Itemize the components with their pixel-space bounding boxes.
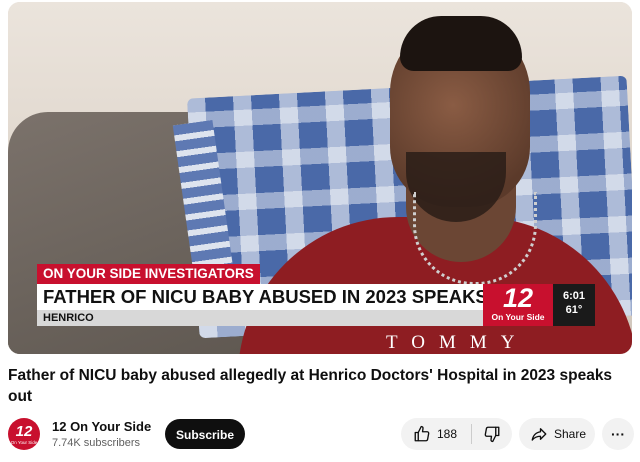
time-readout: 6:01 (562, 290, 586, 302)
thumbs-down-icon (483, 425, 501, 443)
subscriber-count: 7.74K subscribers (52, 437, 141, 449)
station-logo-sub: On Your Side (491, 312, 545, 322)
more-actions-button[interactable]: ··· (602, 418, 634, 450)
news-headline: FATHER OF NICU BABY ABUSED IN 2023 SPEAK… (37, 284, 483, 310)
man-hair (400, 16, 522, 71)
channel-avatar[interactable]: 12 On Your Side (8, 418, 40, 450)
share-arrow-icon (530, 425, 548, 443)
more-horizontal-icon: ··· (611, 426, 625, 442)
channel-name[interactable]: 12 On Your Side (52, 419, 151, 434)
like-dislike-group: 188 (401, 418, 512, 450)
temperature-readout: 61° (565, 304, 583, 316)
share-label: Share (554, 427, 587, 441)
like-count: 188 (437, 427, 458, 441)
like-button[interactable]: 188 (401, 418, 471, 450)
avatar-sub: On Your Side (10, 440, 38, 445)
shirt-text: TOMMY (386, 332, 529, 353)
station-logo: 12 On Your Side (483, 284, 553, 326)
avatar-number: 12 (15, 423, 33, 440)
news-location: HENRICO (37, 310, 483, 326)
share-button[interactable]: Share (519, 418, 595, 450)
dislike-button[interactable] (472, 418, 512, 450)
news-kicker: ON YOUR SIDE INVESTIGATORS (37, 264, 260, 284)
subscribe-button[interactable]: Subscribe (165, 419, 245, 449)
time-weather-box: 6:01 61° (553, 284, 595, 326)
station-logo-number: 12 (502, 283, 534, 313)
thumbs-up-icon (413, 425, 431, 443)
video-title: Father of NICU baby abused allegedly at … (8, 367, 613, 405)
